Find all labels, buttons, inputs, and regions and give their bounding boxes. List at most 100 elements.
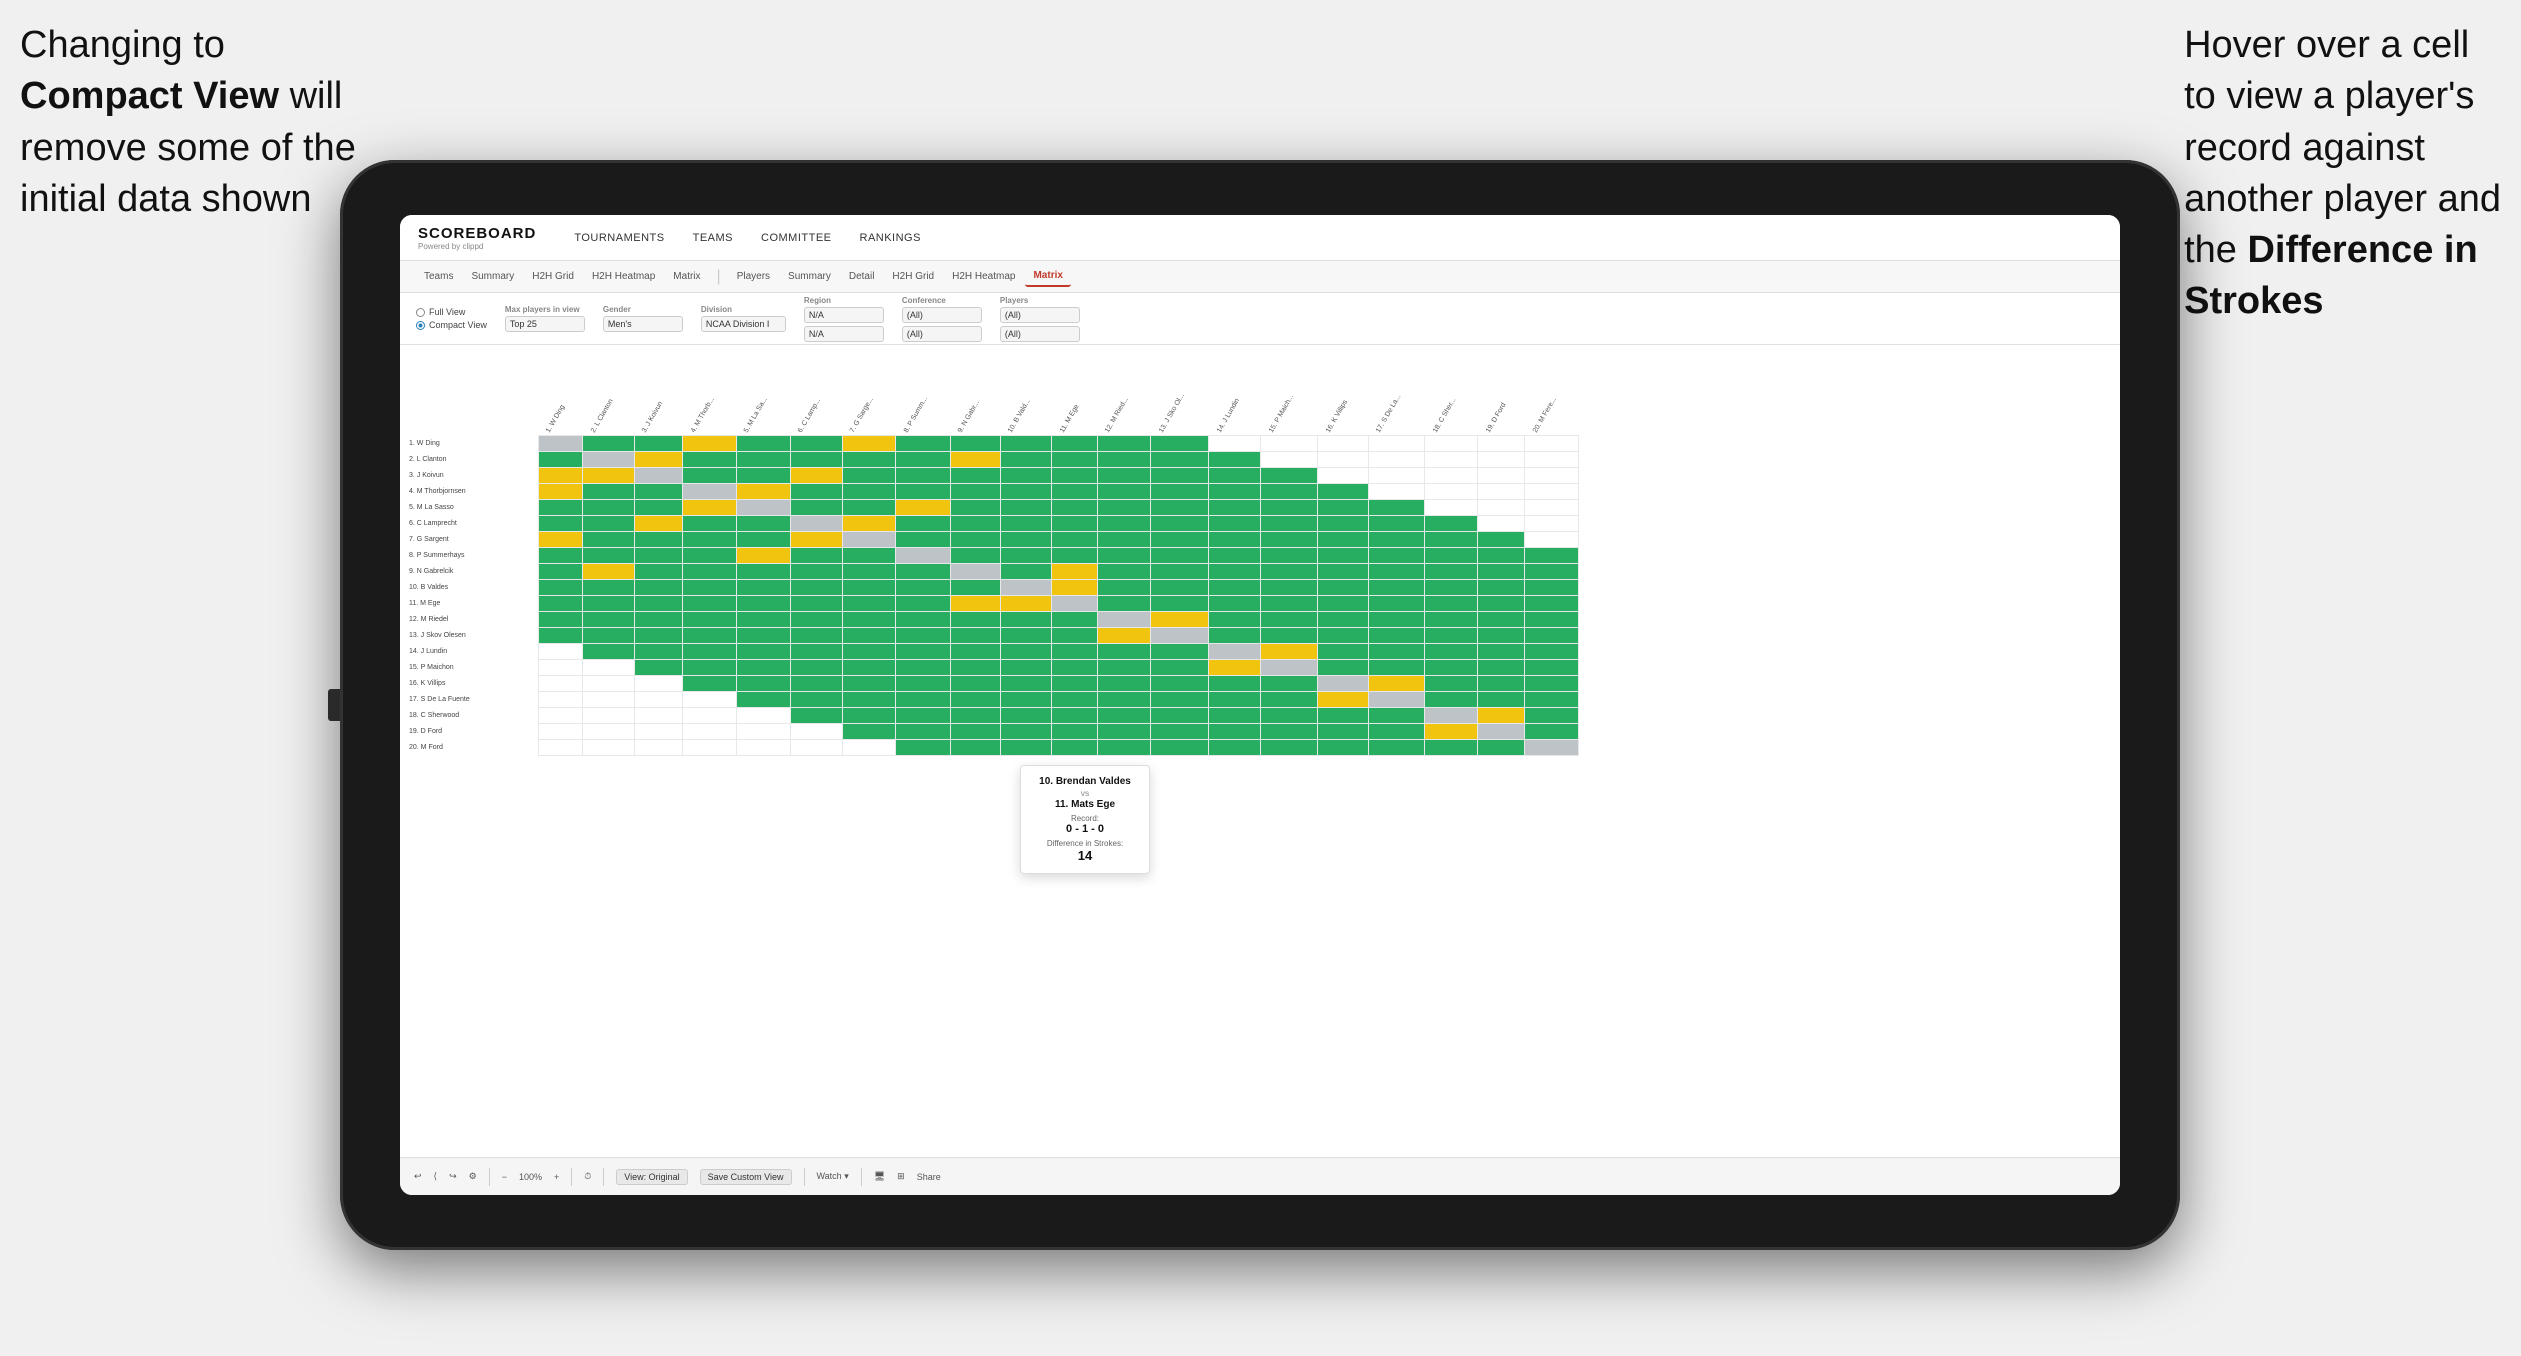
matrix-cell[interactable] <box>634 675 683 691</box>
matrix-cell[interactable] <box>1261 675 1318 691</box>
matrix-cell[interactable] <box>1525 627 1579 643</box>
region-select2[interactable]: N/A <box>804 326 884 342</box>
matrix-cell[interactable] <box>583 563 635 579</box>
matrix-cell[interactable] <box>1097 595 1151 611</box>
matrix-cell[interactable] <box>790 723 842 739</box>
matrix-cell[interactable] <box>1318 691 1368 707</box>
matrix-cell[interactable] <box>634 515 683 531</box>
matrix-cell[interactable] <box>1525 499 1579 515</box>
share-button[interactable]: Share <box>917 1172 941 1182</box>
matrix-cell[interactable] <box>1425 515 1478 531</box>
matrix-cell[interactable] <box>583 611 635 627</box>
matrix-cell[interactable] <box>1425 691 1478 707</box>
matrix-cell[interactable] <box>1368 611 1425 627</box>
matrix-cell[interactable] <box>1425 547 1478 563</box>
matrix-cell[interactable] <box>583 531 635 547</box>
tab-summary[interactable]: Summary <box>463 267 522 286</box>
matrix-cell[interactable] <box>538 483 583 499</box>
matrix-cell[interactable] <box>1097 451 1151 467</box>
matrix-cell[interactable] <box>1000 451 1052 467</box>
matrix-cell[interactable] <box>1261 595 1318 611</box>
matrix-cell[interactable] <box>634 643 683 659</box>
conference-select2[interactable]: (All) <box>902 326 982 342</box>
matrix-cell[interactable] <box>1052 659 1097 675</box>
matrix-cell[interactable] <box>1052 531 1097 547</box>
matrix-cell[interactable] <box>1368 691 1425 707</box>
matrix-cell[interactable] <box>790 515 842 531</box>
matrix-cell[interactable] <box>683 563 737 579</box>
matrix-cell[interactable] <box>1052 579 1097 595</box>
matrix-cell[interactable] <box>1478 579 1525 595</box>
matrix-cell[interactable] <box>1052 691 1097 707</box>
matrix-cell[interactable] <box>790 579 842 595</box>
tab-players[interactable]: Players <box>729 267 778 286</box>
matrix-cell[interactable] <box>1209 563 1261 579</box>
matrix-cell[interactable] <box>736 643 790 659</box>
matrix-cell[interactable] <box>1209 691 1261 707</box>
matrix-cell[interactable] <box>842 627 896 643</box>
tab-h2h-heatmap[interactable]: H2H Heatmap <box>584 267 663 286</box>
matrix-cell[interactable] <box>790 547 842 563</box>
matrix-cell[interactable] <box>950 707 1000 723</box>
matrix-cell[interactable] <box>790 483 842 499</box>
matrix-cell[interactable] <box>1261 467 1318 483</box>
matrix-cell[interactable] <box>950 515 1000 531</box>
matrix-cell[interactable] <box>842 531 896 547</box>
matrix-cell[interactable] <box>842 659 896 675</box>
matrix-cell[interactable] <box>1318 435 1368 451</box>
tab-matrix[interactable]: Matrix <box>665 267 708 286</box>
matrix-cell[interactable] <box>1478 675 1525 691</box>
matrix-cell[interactable] <box>583 739 635 755</box>
matrix-cell[interactable] <box>683 467 737 483</box>
matrix-cell[interactable] <box>790 675 842 691</box>
matrix-cell[interactable] <box>1097 579 1151 595</box>
matrix-cell[interactable] <box>683 579 737 595</box>
matrix-cell[interactable] <box>583 579 635 595</box>
matrix-cell[interactable] <box>1525 467 1579 483</box>
tab-summary2[interactable]: Summary <box>780 267 839 286</box>
matrix-cell[interactable] <box>1000 627 1052 643</box>
nav-tournaments[interactable]: TOURNAMENTS <box>574 230 664 246</box>
matrix-cell[interactable] <box>1097 627 1151 643</box>
matrix-cell[interactable] <box>583 435 635 451</box>
matrix-cell[interactable] <box>736 499 790 515</box>
matrix-cell[interactable] <box>1478 435 1525 451</box>
matrix-cell[interactable] <box>538 739 583 755</box>
matrix-cell[interactable] <box>1261 723 1318 739</box>
nav-teams[interactable]: TEAMS <box>693 230 733 246</box>
matrix-cell[interactable] <box>1525 643 1579 659</box>
matrix-cell[interactable] <box>950 499 1000 515</box>
matrix-cell[interactable] <box>1318 451 1368 467</box>
matrix-cell[interactable] <box>896 595 950 611</box>
matrix-cell[interactable] <box>1525 435 1579 451</box>
matrix-cell[interactable] <box>1525 611 1579 627</box>
matrix-cell[interactable] <box>1261 739 1318 755</box>
matrix-cell[interactable] <box>1052 675 1097 691</box>
conference-select[interactable]: (All) <box>902 307 982 323</box>
tab-teams[interactable]: Teams <box>416 267 461 286</box>
matrix-cell[interactable] <box>683 611 737 627</box>
matrix-cell[interactable] <box>842 723 896 739</box>
matrix-cell[interactable] <box>790 643 842 659</box>
matrix-cell[interactable] <box>896 739 950 755</box>
matrix-cell[interactable] <box>634 627 683 643</box>
matrix-cell[interactable] <box>736 467 790 483</box>
matrix-cell[interactable] <box>1261 579 1318 595</box>
matrix-cell[interactable] <box>538 707 583 723</box>
matrix-cell[interactable] <box>1318 499 1368 515</box>
matrix-cell[interactable] <box>1000 483 1052 499</box>
step-back-button[interactable]: ⟨ <box>434 1171 438 1182</box>
matrix-cell[interactable] <box>1525 515 1579 531</box>
matrix-cell[interactable] <box>896 531 950 547</box>
matrix-cell[interactable] <box>736 579 790 595</box>
matrix-cell[interactable] <box>583 675 635 691</box>
matrix-cell[interactable] <box>683 531 737 547</box>
matrix-cell[interactable] <box>896 643 950 659</box>
matrix-cell[interactable] <box>790 595 842 611</box>
matrix-cell[interactable] <box>896 499 950 515</box>
matrix-cell[interactable] <box>634 707 683 723</box>
matrix-cell[interactable] <box>1318 627 1368 643</box>
matrix-cell[interactable] <box>1000 579 1052 595</box>
matrix-cell[interactable] <box>1209 643 1261 659</box>
matrix-cell[interactable] <box>583 467 635 483</box>
